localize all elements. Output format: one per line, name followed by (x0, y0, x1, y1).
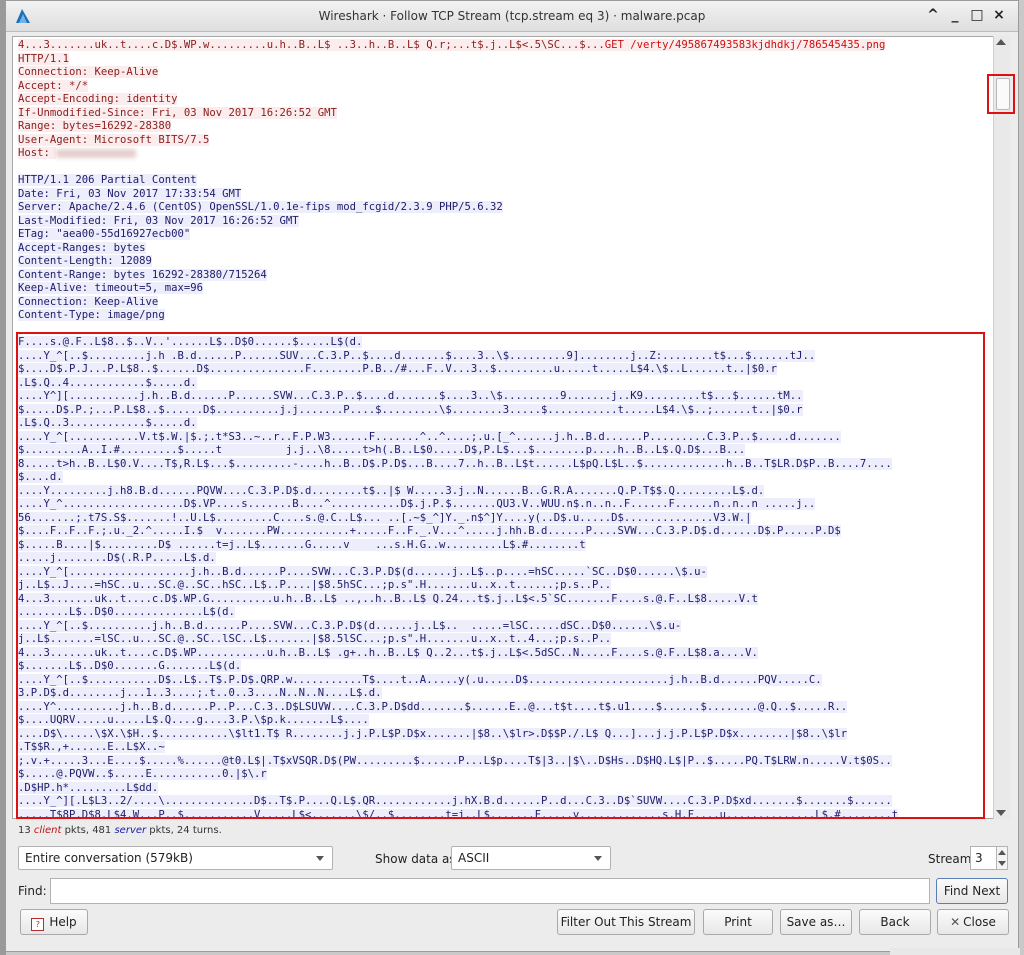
stream-line-text: 4...3.......uk..t....c.D$.WP.w.........u… (18, 39, 605, 51)
stream-line-text: Range: bytes=16292-28380 (18, 120, 172, 132)
find-next-button[interactable]: Find Next (936, 878, 1008, 904)
close-x-icon: ✕ (950, 915, 961, 929)
server-data-line: Accept-Ranges: bytes (18, 241, 898, 256)
stream-line-text: Host: (18, 147, 57, 159)
scroll-down-arrow-icon[interactable] (996, 810, 1006, 816)
scrollbar-highlight-box (987, 74, 1015, 114)
chevron-down-icon (316, 856, 324, 861)
save-as-button[interactable]: Save as… (780, 909, 852, 935)
client-data-line: Range: bytes=16292-28380 (18, 120, 898, 134)
server-data-line: Date: Fri, 03 Nov 2017 17:33:54 GMT (18, 187, 898, 202)
stream-line-text: Accept-Ranges: bytes (18, 241, 146, 254)
back-button[interactable]: Back (859, 909, 931, 935)
help-button[interactable]: ? Help (20, 909, 88, 935)
packet-summary: 13 client pkts, 481 server pkts, 24 turn… (18, 825, 222, 836)
title-bar[interactable]: Wireshark · Follow TCP Stream (tcp.strea… (6, 1, 1018, 32)
server-data-line: Last-Modified: Fri, 03 Nov 2017 16:26:52… (18, 214, 898, 229)
find-input[interactable] (50, 878, 930, 904)
stream-line-text: Accept: */* (18, 79, 89, 92)
help-button-label: Help (49, 915, 77, 929)
client-data-line: Accept: */* (18, 79, 898, 94)
client-data-line: If-Unmodified-Since: Fri, 03 Nov 2017 16… (18, 106, 898, 121)
stream-stepper[interactable] (996, 846, 1008, 870)
client-data-line: Host: (18, 147, 898, 161)
print-button[interactable]: Print (703, 909, 773, 935)
stream-line-text: Date: Fri, 03 Nov 2017 17:33:54 GMT (18, 187, 242, 200)
client-data-line: Connection: Keep-Alive (18, 66, 898, 80)
close-button[interactable]: ✕ Close (937, 909, 1009, 935)
server-data-line: HTTP/1.1 206 Partial Content (18, 174, 898, 188)
client-data-line: Accept-Encoding: identity (18, 93, 898, 107)
server-data-line: Content-Range: bytes 16292-28380/715264 (18, 268, 898, 283)
filter-out-stream-button[interactable]: Filter Out This Stream (557, 909, 695, 935)
minimize-window-button[interactable]: _ (946, 6, 964, 24)
help-book-icon: ? (31, 918, 45, 931)
stepper-down-icon[interactable] (998, 861, 1006, 866)
taskbar-edge (890, 948, 1020, 955)
stream-line-text: If-Unmodified-Since: Fri, 03 Nov 2017 16… (18, 106, 337, 119)
http-request-line: GET /verty/495867493583kjdhdkj/786545435… (604, 39, 886, 51)
stream-line-text: Content-Length: 12089 (18, 255, 152, 267)
stream-line-text: Accept-Encoding: identity (18, 93, 178, 105)
show-data-select-value: ASCII (458, 851, 490, 865)
stream-line-text: ETag: "aea00-55d16927ecb00" (18, 228, 191, 240)
conversation-select[interactable]: Entire conversation (579kB) (18, 846, 333, 870)
stream-line-text: HTTP/1.1 206 Partial Content (18, 174, 197, 186)
summary-middle: pkts, 481 (61, 825, 115, 836)
chevron-down-icon (594, 856, 602, 861)
shade-window-button[interactable]: ^ (924, 6, 942, 24)
server-data-line: ETag: "aea00-55d16927ecb00" (18, 228, 898, 242)
close-window-button[interactable]: × (990, 6, 1008, 24)
show-data-label: Show data as (375, 852, 456, 866)
server-data-line: Server: Apache/2.4.6 (CentOS) OpenSSL/1.… (18, 201, 898, 215)
stream-line-text: Keep-Alive: timeout=5, max=96 (18, 282, 203, 294)
stream-line-text: User-Agent: Microsoft BITS/7.5 (18, 133, 210, 146)
stream-line-text: Content-Type: image/png (18, 309, 165, 321)
stream-scrollbar[interactable] (993, 36, 1010, 819)
client-count: 13 (18, 825, 31, 836)
server-data-line: Connection: Keep-Alive (18, 295, 898, 310)
conversation-select-value: Entire conversation (579kB) (25, 851, 193, 865)
stream-line-text: Server: Apache/2.4.6 (CentOS) OpenSSL/1.… (18, 201, 503, 213)
stepper-up-icon[interactable] (998, 850, 1006, 855)
stream-label: Stream (928, 852, 972, 866)
server-data-highlight-box (16, 332, 985, 819)
server-data-line: Keep-Alive: timeout=5, max=96 (18, 282, 898, 296)
stream-line-text: Connection: Keep-Alive (18, 66, 159, 78)
find-label: Find: (18, 884, 47, 898)
stream-line-text: Connection: Keep-Alive (18, 295, 159, 308)
stream-line-text: Content-Range: bytes 16292-28380/715264 (18, 268, 267, 281)
server-word: server (114, 825, 147, 836)
server-data-line: Content-Length: 12089 (18, 255, 898, 269)
maximize-window-button[interactable]: □ (968, 6, 986, 24)
window-title: Wireshark · Follow TCP Stream (tcp.strea… (318, 9, 706, 23)
close-button-label: Close (963, 915, 996, 929)
stream-line-text: Last-Modified: Fri, 03 Nov 2017 16:26:52… (18, 214, 299, 227)
stream-line-text: HTTP/1.1 (18, 52, 70, 65)
redacted-host-value (56, 148, 137, 158)
client-data-line: HTTP/1.1 (18, 52, 898, 67)
client-data-line: User-Agent: Microsoft BITS/7.5 (18, 133, 898, 148)
window-controls: ^ _ □ × (924, 6, 1008, 24)
scroll-up-arrow-icon[interactable] (996, 39, 1006, 45)
stream-number-input[interactable]: 3 (970, 846, 998, 870)
client-word: client (33, 825, 62, 836)
client-data-line: 4...3.......uk..t....c.D$.WP.w.........u… (18, 39, 898, 53)
server-data-line: Content-Type: image/png (18, 309, 898, 323)
summary-tail: pkts, 24 turns. (146, 825, 222, 836)
show-data-select[interactable]: ASCII (451, 846, 611, 870)
